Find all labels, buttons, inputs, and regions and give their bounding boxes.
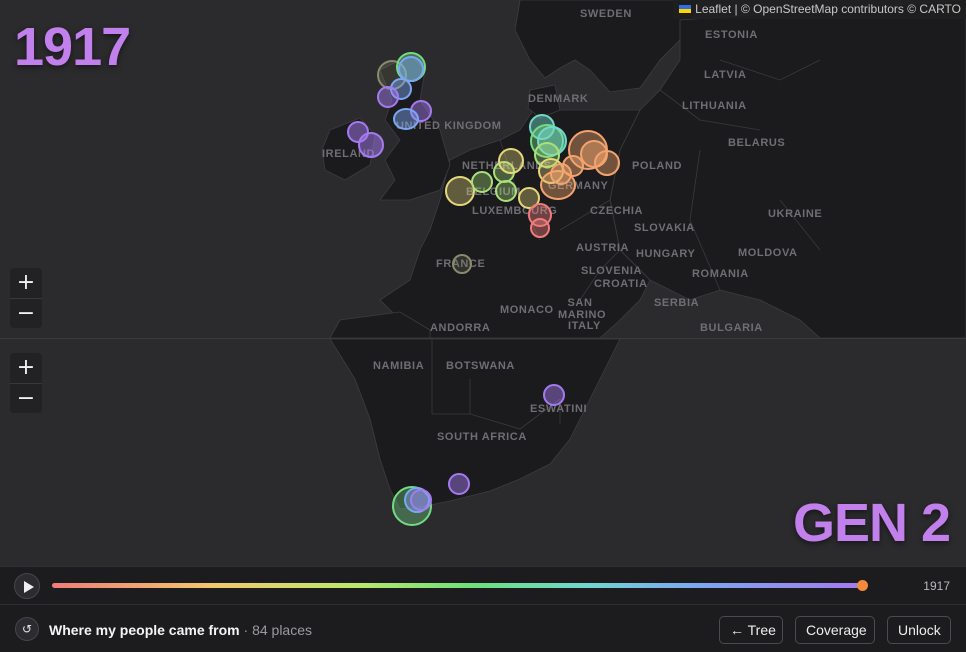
zoom-out-button[interactable]: − [10,383,42,413]
unlock-button[interactable]: Unlock [887,616,951,644]
reset-icon[interactable]: ↺ [15,617,39,641]
country-label: MONACO [500,304,554,316]
africa-zoom-control: + − [10,353,42,413]
footer: ↺ Where my people came from · 84 places … [0,606,966,652]
place-marker[interactable] [377,86,399,108]
place-marker[interactable] [393,108,419,130]
country-label: BELARUS [728,137,786,149]
country-label: DENMARK [528,93,589,105]
country-label: SAN MARINO [558,297,607,321]
zoom-out-button[interactable]: − [10,298,42,328]
app: SWEDEN ESTONIA LATVIA DENMARK LITHUANIA … [0,0,966,652]
place-marker[interactable] [543,384,565,406]
country-label: CZECHIA [590,205,644,217]
country-label: POLAND [632,160,683,172]
place-marker[interactable] [498,148,524,174]
country-label: AUSTRIA [576,242,630,254]
zoom-in-button[interactable]: + [10,353,42,383]
year-label: 1917 [14,17,131,77]
country-label: CROATIA [594,278,648,290]
osm-link[interactable]: © OpenStreetMap contributors [741,2,904,16]
place-marker[interactable] [448,473,470,495]
country-label: SLOVAKIA [634,222,695,234]
country-label: MOLDOVA [738,247,798,259]
place-marker[interactable] [410,489,432,511]
timeline-track[interactable] [52,583,862,588]
page-title: Where my people came from · 84 places [49,622,312,638]
title-separator: · [243,622,249,638]
place-marker[interactable] [452,254,472,274]
zoom-in-button[interactable]: + [10,268,42,298]
attribution-separator: | [734,2,738,16]
leaflet-link[interactable]: Leaflet [695,2,731,16]
europe-zoom-control: + − [10,268,42,328]
country-label: ITALY [568,320,601,332]
tree-button[interactable]: ← Tree [719,616,783,644]
ukraine-flag-icon [679,5,692,13]
carto-link[interactable]: © CARTO [907,2,961,16]
place-marker[interactable] [358,132,384,158]
timeline-thumb[interactable] [857,580,868,591]
play-icon [24,581,34,593]
country-label: BOTSWANA [446,360,515,372]
country-label: NAMIBIA [373,360,425,372]
places-count: 84 places [252,622,313,638]
timeline-year: 1917 [923,579,950,593]
country-label: ROMANIA [692,268,749,280]
place-marker[interactable] [530,218,550,238]
timeline-bar: 1917 [0,566,966,605]
country-label: ESTONIA [705,29,758,41]
place-marker[interactable] [495,180,517,202]
country-label: SERBIA [654,297,700,309]
place-marker[interactable] [594,150,620,176]
country-label: UKRAINE [768,208,823,220]
title-text: Where my people came from [49,622,240,638]
country-label: BULGARIA [700,322,763,334]
country-label: SOUTH AFRICA [437,431,527,443]
place-marker[interactable] [471,171,493,193]
map-attribution: Leaflet | © OpenStreetMap contributors ©… [673,0,966,19]
country-label: ANDORRA [430,322,491,334]
generation-label: GEN 2 [792,493,951,553]
country-label: HUNGARY [636,248,696,260]
country-label: SLOVENIA [581,265,643,277]
country-label: LATVIA [704,69,747,81]
country-label: LITHUANIA [682,100,747,112]
country-label: SWEDEN [580,8,632,20]
europe-map[interactable]: SWEDEN ESTONIA LATVIA DENMARK LITHUANIA … [0,0,966,338]
coverage-button[interactable]: Coverage [795,616,875,644]
play-button[interactable] [14,573,40,599]
